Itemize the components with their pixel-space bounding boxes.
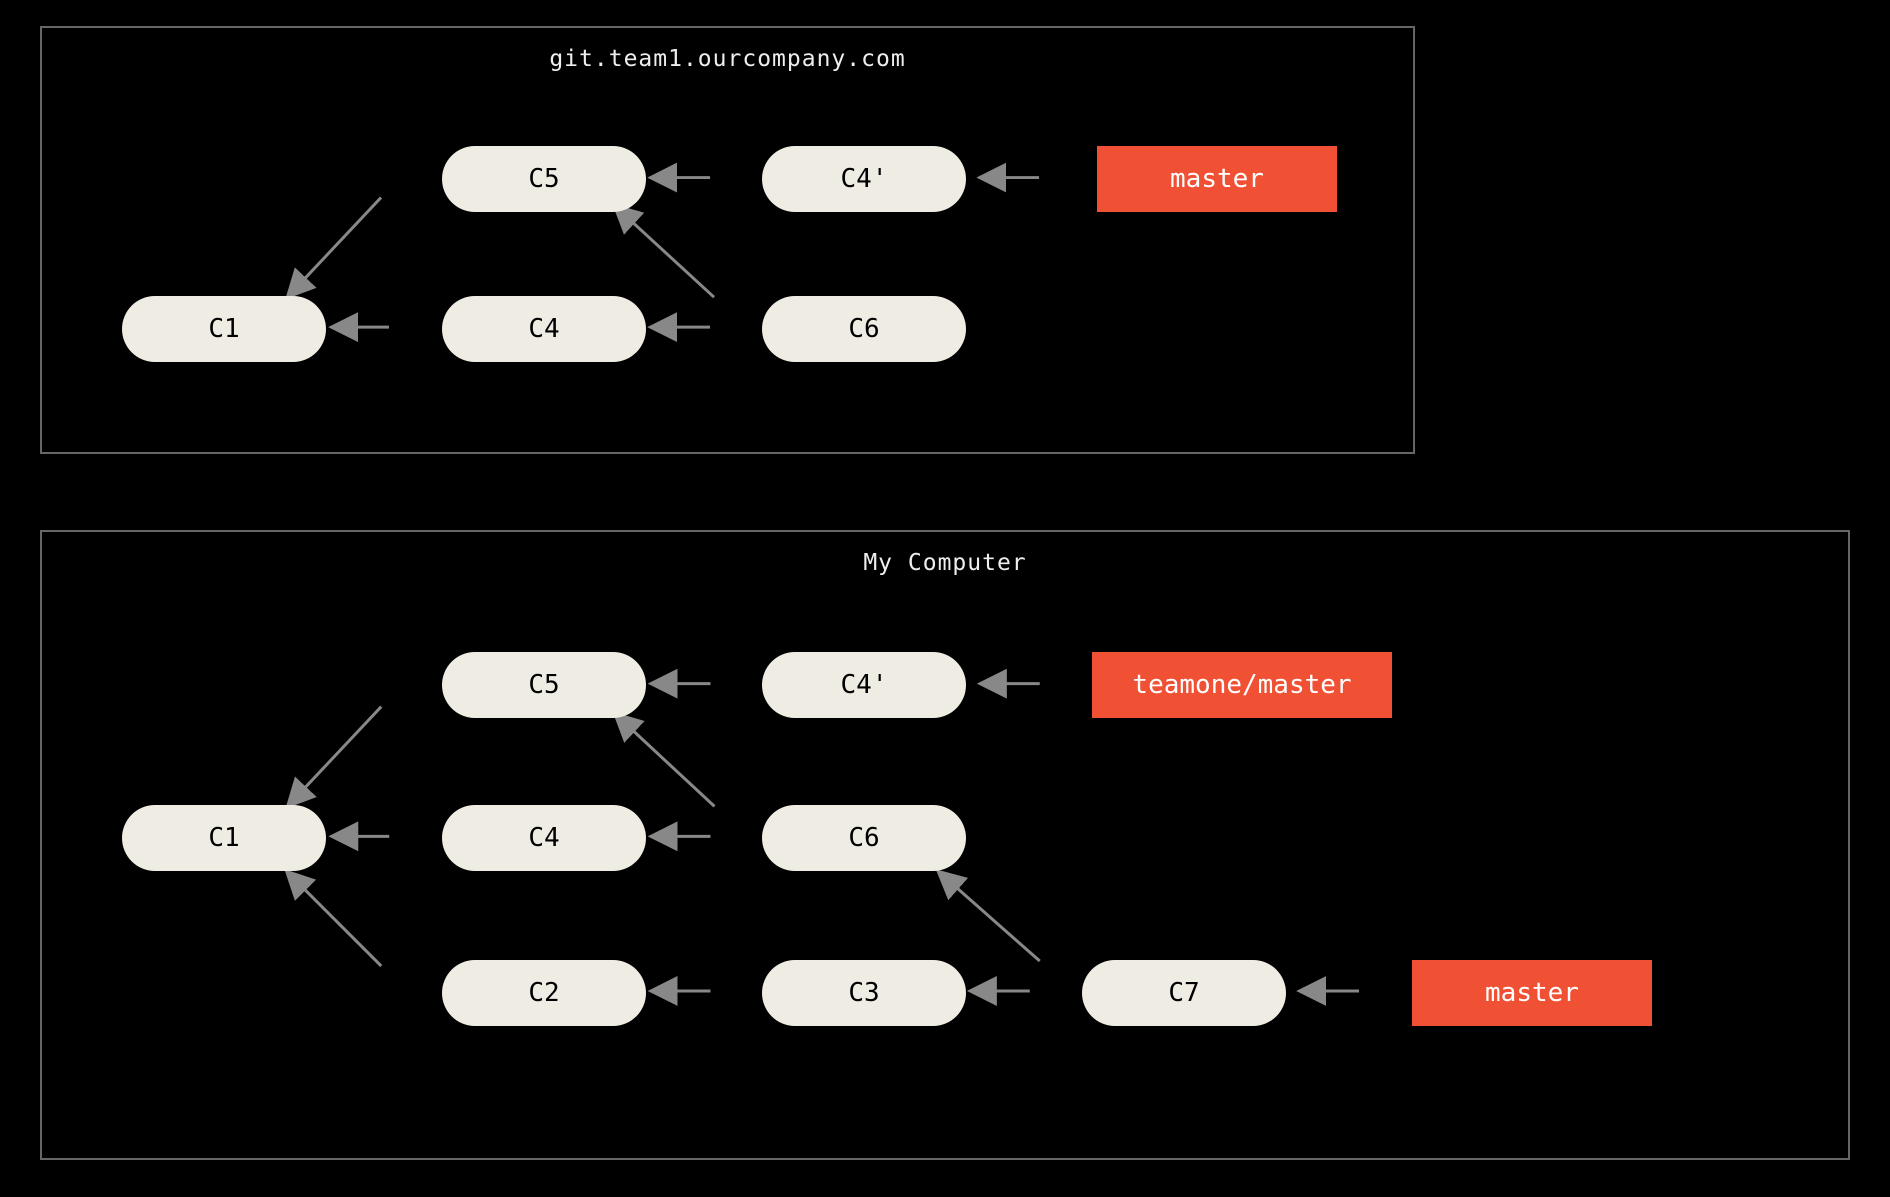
commit-remote-c1: C1 [122,296,326,362]
commit-local-c6: C6 [762,805,966,871]
arrows-remote [42,28,1413,455]
commit-local-c4: C4 [442,805,646,871]
panel-local-title: My Computer [42,550,1848,576]
ref-local-teamone-master: teamone/master [1092,652,1392,718]
commit-local-c7: C7 [1082,960,1286,1026]
diagram-page: git.team1.ourcompany.com C1 C5 C4 C6 C4' [0,0,1890,1197]
commit-remote-c4p: C4' [762,146,966,212]
commit-remote-c5: C5 [442,146,646,212]
panel-remote-title: git.team1.ourcompany.com [42,46,1413,72]
commit-local-c3: C3 [762,960,966,1026]
panel-local: My Computer [40,530,1850,1160]
commit-local-c5: C5 [442,652,646,718]
commit-remote-c4: C4 [442,296,646,362]
panel-remote: git.team1.ourcompany.com C1 C5 C4 C6 C4' [40,26,1415,454]
ref-local-master: master [1412,960,1652,1026]
commit-local-c4p: C4' [762,652,966,718]
ref-remote-master: master [1097,146,1337,212]
commit-remote-c6: C6 [762,296,966,362]
commit-local-c1: C1 [122,805,326,871]
commit-local-c2: C2 [442,960,646,1026]
